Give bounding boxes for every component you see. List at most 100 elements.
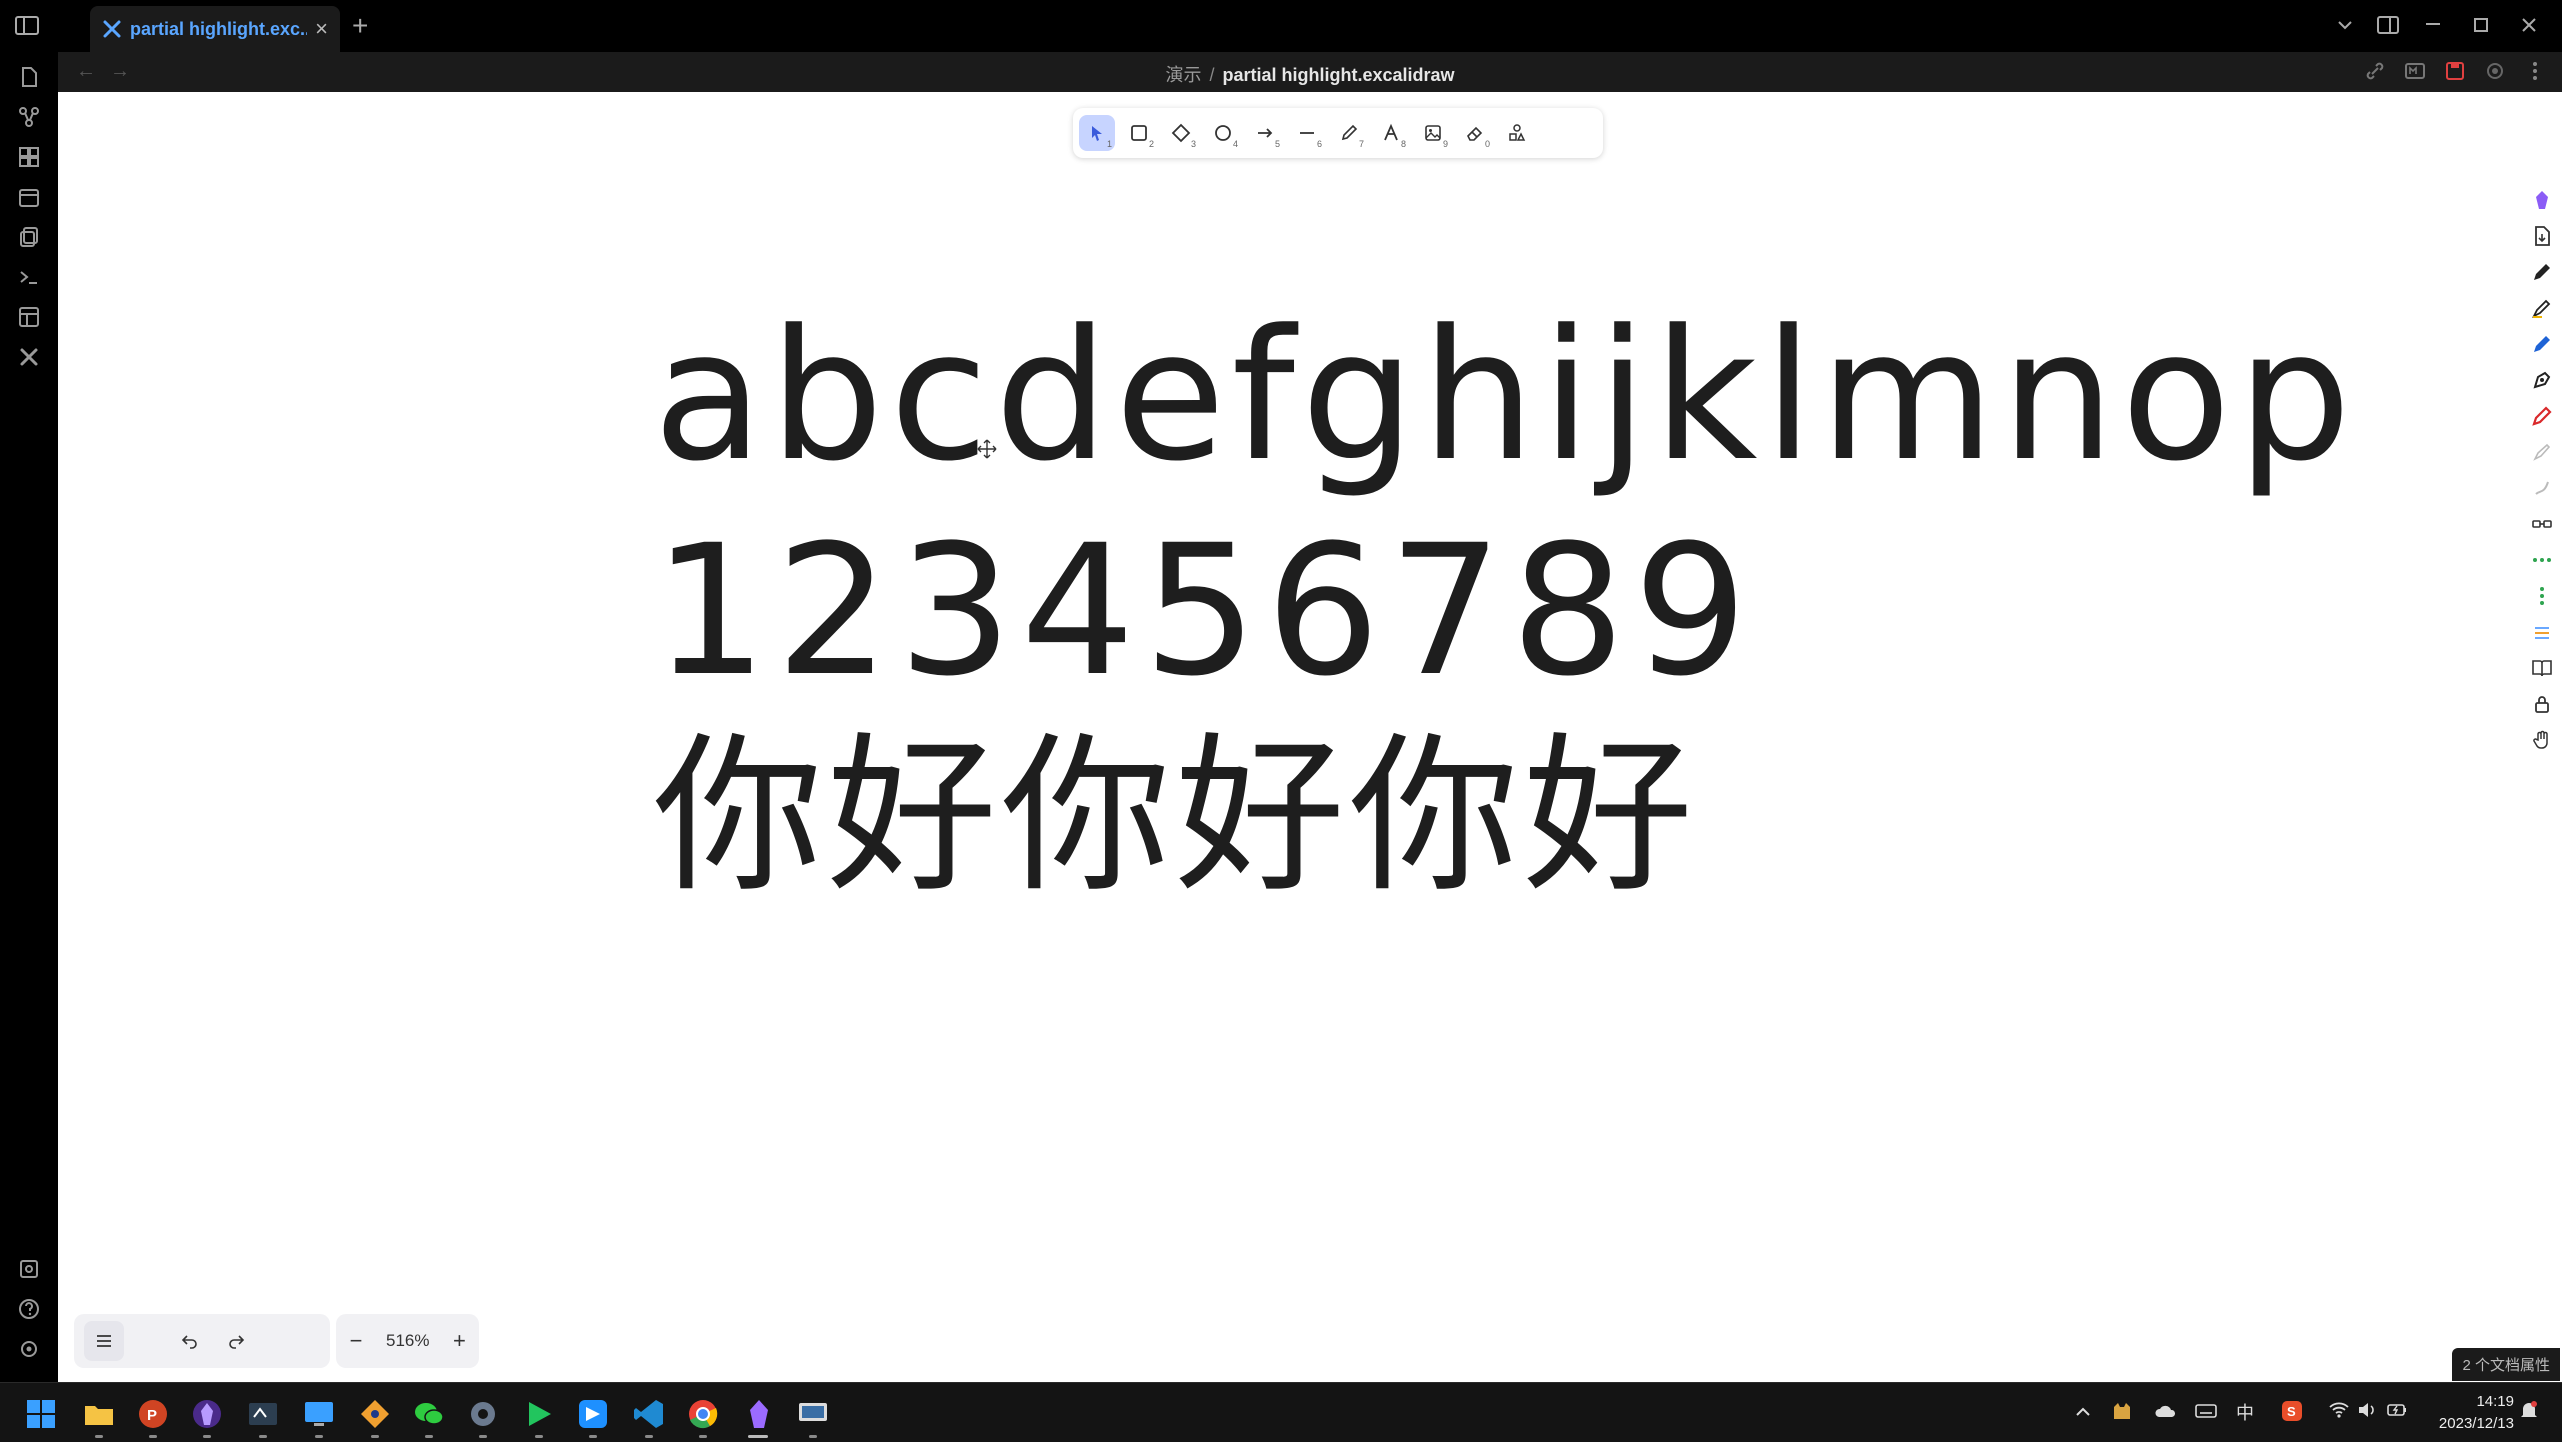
link-embed-icon[interactable] xyxy=(2530,512,2554,536)
pen-squiggle-icon[interactable] xyxy=(2530,476,2554,500)
file-explorer-icon[interactable] xyxy=(82,1397,116,1431)
pen-marker-icon[interactable] xyxy=(2530,296,2554,320)
line-icon xyxy=(1300,132,1314,134)
canvas-grid-icon[interactable] xyxy=(18,146,40,168)
shapes-library-icon xyxy=(1509,124,1526,141)
tool-image[interactable]: 9 xyxy=(1415,115,1451,151)
battery-icon[interactable] xyxy=(2386,1399,2408,1421)
pen-light-icon[interactable] xyxy=(2530,440,2554,464)
close-window-icon[interactable] xyxy=(2520,16,2538,34)
zoom-out-button[interactable]: − xyxy=(340,1321,372,1361)
graph-view-icon[interactable] xyxy=(18,106,40,128)
tool-arrow[interactable]: 5 xyxy=(1247,115,1283,151)
new-file-icon[interactable] xyxy=(18,66,40,88)
notification-bell-icon[interactable] xyxy=(2518,1399,2540,1421)
remote-desktop-icon[interactable] xyxy=(302,1397,336,1431)
remote-desktop-connection-icon[interactable] xyxy=(796,1397,830,1431)
settings-gear-icon[interactable] xyxy=(2484,60,2506,82)
terminal-icon[interactable] xyxy=(18,266,40,288)
canvas-text-chinese[interactable]: 你好你好你好 xyxy=(653,717,1697,917)
more-options-icon[interactable] xyxy=(2524,60,2546,82)
vault-icon[interactable] xyxy=(18,1258,40,1280)
pen-black-icon[interactable] xyxy=(2530,260,2554,284)
windows-start-icon[interactable] xyxy=(24,1397,58,1431)
tray-keyboard-icon[interactable] xyxy=(2194,1399,2218,1423)
canvas-text-digits[interactable]: 123456789 xyxy=(653,512,1756,712)
export-file-icon[interactable] xyxy=(2530,224,2554,248)
wechat-icon[interactable] xyxy=(412,1397,446,1431)
settings-icon[interactable] xyxy=(18,1338,40,1360)
canvas-text-letters[interactable]: abcdefghijklmnop xyxy=(653,297,2357,497)
align-lines-icon[interactable] xyxy=(2530,620,2554,644)
tool-library[interactable] xyxy=(1499,115,1535,151)
zoom-level[interactable]: 516% xyxy=(378,1331,437,1351)
system-clock[interactable]: 14:19 2023/12/13 xyxy=(2439,1391,2514,1435)
main-menu-button[interactable] xyxy=(84,1321,124,1361)
chrome-icon[interactable] xyxy=(686,1397,720,1431)
tool-rectangle[interactable]: 2 xyxy=(1121,115,1157,151)
player-app-icon[interactable] xyxy=(522,1397,556,1431)
vscode-icon[interactable] xyxy=(632,1397,666,1431)
zoom-in-button[interactable]: + xyxy=(443,1321,475,1361)
vertical-dots-icon[interactable] xyxy=(2530,584,2554,608)
svg-text:P: P xyxy=(147,1407,157,1424)
pen-fill-icon[interactable] xyxy=(2530,368,2554,392)
tool-diamond[interactable]: 3 xyxy=(1163,115,1199,151)
right-sidebar-toggle-icon[interactable] xyxy=(2376,14,2400,36)
pen-blue-icon[interactable] xyxy=(2530,332,2554,356)
breadcrumb-folder[interactable]: 演示 xyxy=(1165,65,1201,85)
minimize-icon[interactable] xyxy=(2424,22,2442,26)
feishu-app-icon[interactable] xyxy=(576,1397,610,1431)
breadcrumb-file[interactable]: partial highlight.excalidraw xyxy=(1222,65,1454,85)
new-tab-button[interactable]: + xyxy=(352,12,368,40)
running-indicator xyxy=(479,1435,487,1438)
pen-red-icon[interactable] xyxy=(2530,404,2554,428)
tab-close-button[interactable]: × xyxy=(315,18,328,40)
tool-selection[interactable]: 1 xyxy=(1079,115,1115,151)
hand-pan-icon[interactable] xyxy=(2530,728,2554,752)
tool-line[interactable]: 6 xyxy=(1289,115,1325,151)
status-badge[interactable]: 2 个文档属性 xyxy=(2452,1348,2560,1381)
tool-eraser[interactable]: 0 xyxy=(1457,115,1493,151)
screenshot-app-icon[interactable] xyxy=(246,1397,280,1431)
obsidian-icon[interactable] xyxy=(2530,188,2554,212)
horizontal-dots-icon[interactable] xyxy=(2530,548,2554,572)
powerpoint-icon[interactable]: P xyxy=(136,1397,170,1431)
git-client-icon[interactable] xyxy=(358,1397,392,1431)
maximize-icon[interactable] xyxy=(2472,16,2490,34)
help-icon[interactable] xyxy=(18,1298,40,1320)
volume-icon[interactable] xyxy=(2356,1399,2378,1421)
copy-files-icon[interactable] xyxy=(18,226,40,248)
excalidraw-canvas[interactable]: 1 2 3 4 5 6 7 8 9 0 abcdefghijklmnop 123… xyxy=(58,92,2562,1382)
undo-button[interactable] xyxy=(170,1321,210,1361)
title-bar: partial highlight.exc... × + xyxy=(0,0,2562,52)
obsidian-active-icon[interactable] xyxy=(742,1397,776,1431)
clock-time: 14:19 xyxy=(2476,1393,2514,1410)
link-icon[interactable] xyxy=(2364,60,2386,82)
wifi-icon[interactable] xyxy=(2328,1399,2350,1421)
hamburger-icon xyxy=(97,1335,111,1347)
tray-onedrive-icon[interactable] xyxy=(2154,1399,2178,1423)
custom-pens-toolbar xyxy=(2524,188,2560,752)
save-icon[interactable] xyxy=(2444,60,2466,82)
tab-active[interactable]: partial highlight.exc... × xyxy=(90,6,340,52)
calendar-icon[interactable] xyxy=(18,186,40,208)
sidebar-toggle-icon[interactable] xyxy=(14,14,42,38)
tool-text[interactable]: 8 xyxy=(1373,115,1409,151)
tray-sogou-icon[interactable]: S xyxy=(2280,1399,2304,1423)
obsidian-app-icon[interactable] xyxy=(190,1397,224,1431)
excalidraw-icon[interactable] xyxy=(18,346,40,368)
settings-app-icon[interactable] xyxy=(466,1397,500,1431)
redo-button[interactable] xyxy=(216,1321,256,1361)
windows-taskbar: P 中 S 14:19 2023/12/13 xyxy=(0,1382,2562,1442)
tool-draw[interactable]: 7 xyxy=(1331,115,1367,151)
tab-list-chevron-icon[interactable] xyxy=(2336,18,2354,32)
tray-overflow-chevron-icon[interactable] xyxy=(2074,1405,2092,1419)
markdown-view-icon[interactable] xyxy=(2404,60,2426,82)
book-icon[interactable] xyxy=(2530,656,2554,680)
lock-icon[interactable] xyxy=(2530,692,2554,716)
templates-icon[interactable] xyxy=(18,306,40,328)
tray-ime-indicator[interactable]: 中 xyxy=(2236,1399,2254,1425)
tray-cat-icon[interactable] xyxy=(2110,1399,2134,1423)
tool-ellipse[interactable]: 4 xyxy=(1205,115,1241,151)
